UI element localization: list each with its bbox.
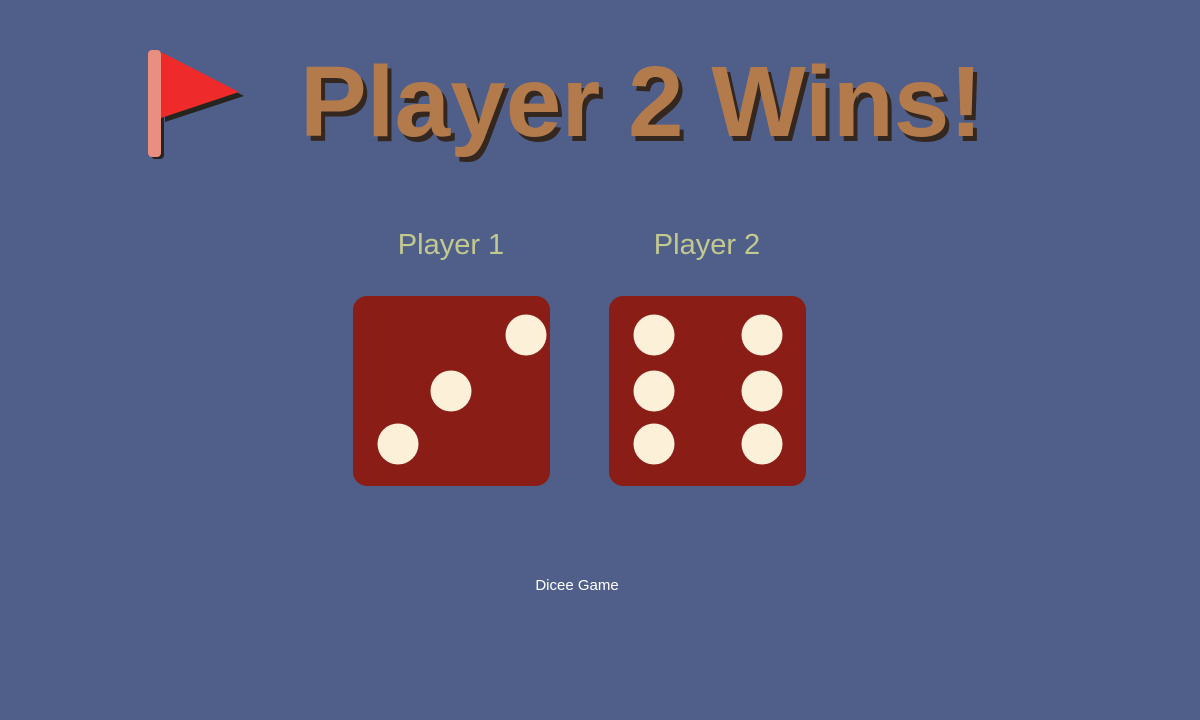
die-pip xyxy=(505,314,547,356)
die-pip xyxy=(430,370,472,412)
player-2-die xyxy=(608,295,806,486)
player-2-panel: Player 2 xyxy=(602,225,812,486)
die-pip xyxy=(633,423,675,465)
die-pip xyxy=(741,370,783,412)
flag-icon xyxy=(140,48,250,163)
player-1-panel: Player 1 xyxy=(346,225,556,486)
player-2-label: Player 2 xyxy=(653,229,761,261)
die-pip xyxy=(741,314,783,356)
die-pip xyxy=(377,423,419,465)
footer-text: Dicee Game xyxy=(535,577,619,594)
die-pip xyxy=(633,370,675,412)
player-1-label: Player 1 xyxy=(397,229,505,261)
player-1-die xyxy=(352,295,550,486)
winner-title: Player 2 Wins! xyxy=(300,46,983,158)
die-pip xyxy=(633,314,675,356)
winner-heading: Player 2 Wins! xyxy=(140,40,1060,180)
players-area: Player 1 Player 2 xyxy=(346,225,812,486)
die-pip xyxy=(741,423,783,465)
